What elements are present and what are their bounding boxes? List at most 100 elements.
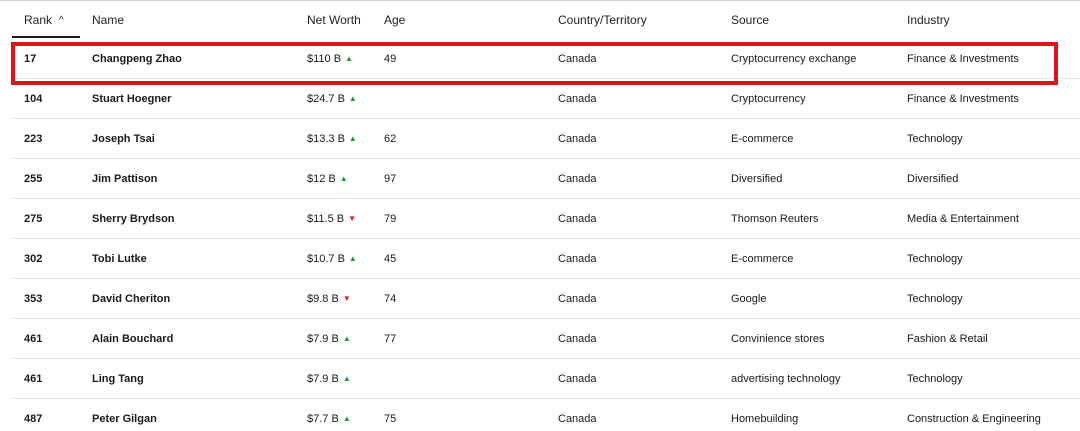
table-row[interactable]: 255 Jim Pattison $12 B ▲ 97 Canada Divers… (12, 159, 1080, 199)
cell-rank: 353 (24, 293, 43, 305)
column-header-age[interactable]: Age (384, 13, 405, 27)
cell-industry: Technology (907, 373, 963, 385)
cell-country: Canada (558, 93, 597, 105)
cell-country: Canada (558, 253, 597, 265)
cell-source: Google (731, 293, 767, 305)
net-worth-value: $110 B (307, 53, 342, 65)
trend-up-icon: ▲ (345, 54, 353, 63)
table-header: Rank ^ Name Net Worth Age Country/Territo… (0, 1, 1080, 39)
trend-up-icon: ▲ (348, 134, 357, 143)
cell-industry: Diversified (907, 173, 959, 185)
cell-country: Canada (558, 213, 597, 225)
net-worth-value: $11.5 B (307, 213, 345, 225)
cell-name[interactable]: David Cheriton (92, 293, 170, 305)
cell-name[interactable]: Changpeng Zhao (92, 53, 182, 65)
cell-age: 75 (384, 413, 397, 425)
cell-name[interactable]: Sherry Brydson (92, 213, 175, 225)
trend-down-icon: ▼ (342, 294, 351, 303)
trend-up-icon: ▲ (342, 334, 351, 343)
cell-source: Diversified (731, 173, 783, 185)
net-worth-value: $24.7 B (307, 93, 345, 105)
cell-industry: Fashion & Retail (907, 333, 988, 345)
cell-age: 74 (384, 293, 397, 305)
cell-source: Cryptocurrency exchange (731, 53, 857, 65)
cell-net-worth: $12 B ▲ (307, 173, 348, 185)
net-worth-value: $10.7 B (307, 253, 345, 265)
column-header-rank[interactable]: Rank ^ (24, 13, 64, 27)
column-header-net-worth[interactable]: Net Worth (307, 13, 361, 27)
cell-country: Canada (558, 293, 597, 305)
table-row[interactable]: 487 Peter Gilgan $7.7 B ▲ 75 Canada Homeb… (12, 399, 1080, 431)
sort-ascending-icon[interactable]: ^ (59, 15, 64, 26)
cell-source: Thomson Reuters (731, 213, 819, 225)
cell-industry: Technology (907, 253, 963, 265)
cell-source: Cryptocurrency (731, 93, 806, 105)
cell-name[interactable]: Stuart Hoegner (92, 93, 171, 105)
trend-up-icon: ▲ (342, 414, 351, 423)
cell-rank: 17 (24, 53, 37, 65)
cell-industry: Technology (907, 133, 963, 145)
cell-rank: 104 (24, 93, 43, 105)
cell-net-worth: $11.5 B ▼ (307, 213, 356, 225)
billionaires-table: Rank ^ Name Net Worth Age Country/Territo… (0, 0, 1080, 431)
table-row[interactable]: 302 Tobi Lutke $10.7 B ▲ 45 Canada E-comm… (12, 239, 1080, 279)
cell-net-worth: $7.7 B ▲ (307, 413, 351, 425)
trend-up-icon: ▲ (348, 94, 357, 103)
cell-source: E-commerce (731, 133, 794, 145)
column-header-industry[interactable]: Industry (907, 13, 950, 27)
column-header-rank-label: Rank (24, 13, 53, 27)
cell-country: Canada (558, 53, 597, 65)
table-row[interactable]: 223 Joseph Tsai $13.3 B ▲ 62 Canada E-com… (12, 119, 1080, 159)
active-sort-underline (12, 36, 80, 38)
column-header-name[interactable]: Name (92, 13, 124, 27)
table-row[interactable]: 275 Sherry Brydson $11.5 B ▼ 79 Canada Th… (12, 199, 1080, 239)
table-row[interactable]: 17 Changpeng Zhao $110 B ▲ 49 Canada Cryp… (12, 39, 1080, 79)
cell-age: 49 (384, 53, 397, 65)
trend-up-icon: ▲ (339, 174, 348, 183)
table-row[interactable]: 104 Stuart Hoegner $24.7 B ▲ Canada Crypt… (12, 79, 1080, 119)
cell-rank: 461 (24, 333, 43, 345)
cell-age: 77 (384, 333, 397, 345)
cell-rank: 255 (24, 173, 43, 185)
trend-up-icon: ▲ (342, 374, 351, 383)
table-row[interactable]: 353 David Cheriton $9.8 B ▼ 74 Canada Goo… (12, 279, 1080, 319)
cell-rank: 302 (24, 253, 43, 265)
net-worth-value: $7.7 B (307, 413, 339, 425)
cell-age: 45 (384, 253, 397, 265)
cell-industry: Finance & Investments (907, 53, 1019, 65)
cell-net-worth: $24.7 B ▲ (307, 93, 357, 105)
cell-rank: 461 (24, 373, 43, 385)
cell-industry: Finance & Investments (907, 93, 1019, 105)
net-worth-value: $7.9 B (307, 373, 339, 385)
column-header-source[interactable]: Source (731, 13, 769, 27)
cell-name[interactable]: Peter Gilgan (92, 413, 157, 425)
cell-industry: Technology (907, 293, 963, 305)
cell-name[interactable]: Joseph Tsai (92, 133, 155, 145)
cell-age: 79 (384, 213, 397, 225)
cell-source: advertising technology (731, 373, 841, 385)
table-body: 17 Changpeng Zhao $110 B ▲ 49 Canada Cryp… (0, 39, 1080, 431)
column-header-country[interactable]: Country/Territory (558, 13, 647, 27)
cell-age: 62 (384, 133, 397, 145)
cell-source: Homebuilding (731, 413, 799, 425)
net-worth-value: $12 B (307, 173, 336, 185)
cell-name[interactable]: Tobi Lutke (92, 253, 147, 265)
cell-net-worth: $13.3 B ▲ (307, 133, 357, 145)
cell-industry: Construction & Engineering (907, 413, 1041, 425)
net-worth-value: $13.3 B (307, 133, 345, 145)
cell-age: 97 (384, 173, 397, 185)
cell-rank: 487 (24, 413, 43, 425)
cell-net-worth: $110 B ▲ (307, 53, 353, 65)
cell-name[interactable]: Alain Bouchard (92, 333, 173, 345)
net-worth-value: $7.9 B (307, 333, 339, 345)
cell-name[interactable]: Jim Pattison (92, 173, 157, 185)
table-row[interactable]: 461 Ling Tang $7.9 B ▲ Canada advertising… (12, 359, 1080, 399)
cell-name[interactable]: Ling Tang (92, 373, 144, 385)
cell-rank: 223 (24, 133, 43, 145)
net-worth-value: $9.8 B (307, 293, 339, 305)
trend-down-icon: ▼ (348, 214, 357, 223)
cell-source: Convinience stores (731, 333, 825, 345)
table-row[interactable]: 461 Alain Bouchard $7.9 B ▲ 77 Canada Con… (12, 319, 1080, 359)
cell-source: E-commerce (731, 253, 794, 265)
cell-net-worth: $10.7 B ▲ (307, 253, 357, 265)
